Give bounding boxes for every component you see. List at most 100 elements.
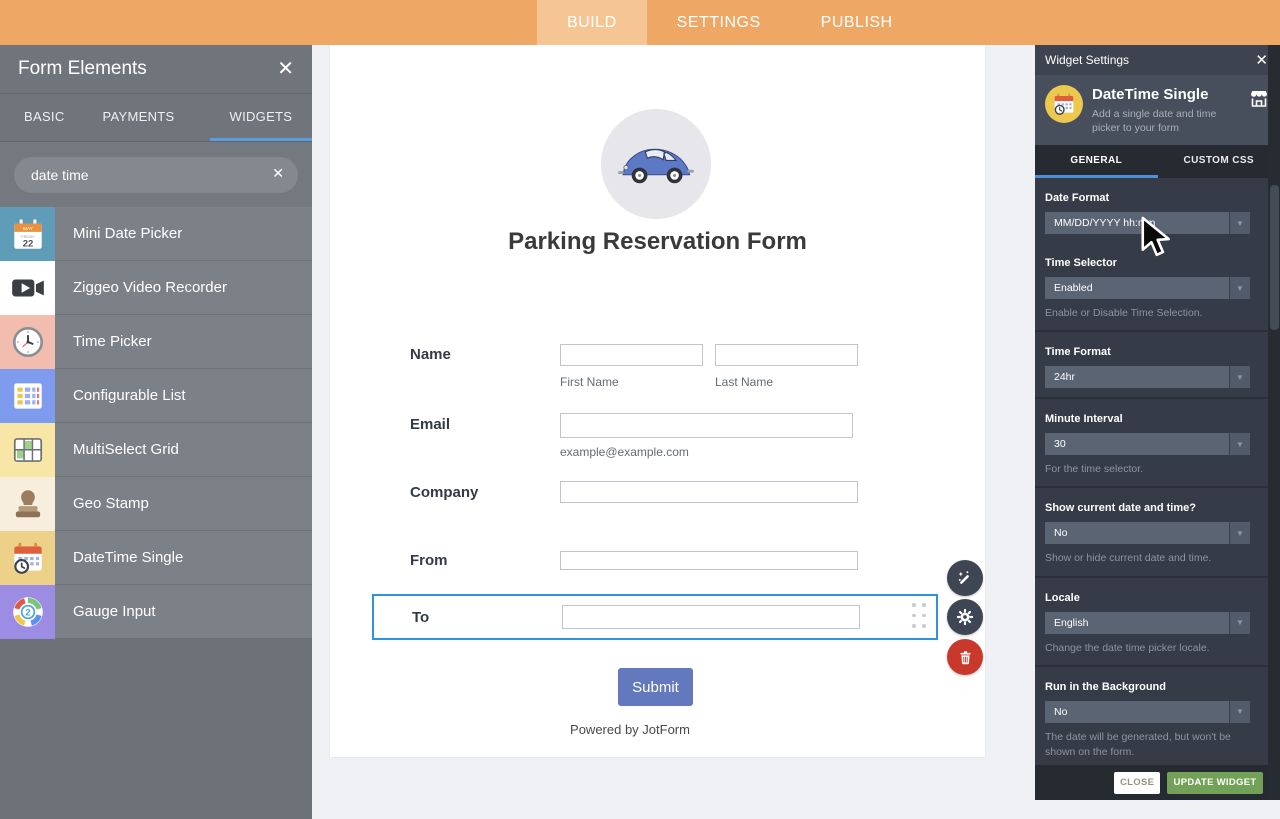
setting-label: Date Format [1045, 192, 1250, 204]
last-name-input[interactable] [715, 344, 858, 366]
video-recorder-icon [0, 261, 55, 315]
panel-title: Widget Settings [1045, 53, 1129, 67]
settings-button[interactable] [947, 599, 983, 635]
email-input[interactable] [560, 413, 853, 438]
setting-date-format: Date Format MM/DD/YYYY hh:mm ▼ [1035, 178, 1268, 243]
run-background-select[interactable]: No ▼ [1045, 701, 1250, 723]
form-canvas: Parking Reservation Form Name First Name… [312, 45, 1035, 800]
widget-label: Gauge Input [55, 585, 312, 639]
widget-description: Add a single date and time picker to you… [1092, 107, 1247, 135]
setting-time-format: Time Format 24hr ▼ [1035, 330, 1268, 397]
drag-handle-icon[interactable] [912, 603, 926, 628]
locale-select[interactable]: English ▼ [1045, 612, 1250, 634]
update-widget-button[interactable]: UPDATE WIDGET [1167, 772, 1263, 794]
panel-footer: CLOSE UPDATE WIDGET [1035, 765, 1280, 800]
magic-wand-icon [956, 569, 975, 588]
last-name-sublabel: Last Name [715, 375, 773, 389]
configurable-list-icon [0, 369, 55, 423]
time-selector-select[interactable]: Enabled ▼ [1045, 277, 1250, 299]
minute-interval-select[interactable]: 30 ▼ [1045, 433, 1250, 455]
setting-label: Time Format [1045, 346, 1250, 358]
widget-item-gauge-input[interactable]: 2 Gauge Input [0, 585, 312, 639]
close-icon[interactable]: ✕ [1255, 51, 1268, 69]
tab-general[interactable]: GENERAL [1035, 145, 1158, 178]
show-current-select[interactable]: No ▼ [1045, 522, 1250, 544]
close-icon[interactable]: ✕ [277, 59, 294, 79]
chevron-down-icon: ▼ [1229, 277, 1250, 299]
widget-label: Mini Date Picker [55, 207, 312, 261]
widget-label: Configurable List [55, 369, 312, 423]
widget-label: Ziggeo Video Recorder [55, 261, 312, 315]
scrollbar-thumb[interactable] [1270, 185, 1279, 330]
select-value: MM/DD/YYYY hh:mm [1045, 212, 1229, 234]
settings-tabs: GENERAL CUSTOM CSS [1035, 145, 1280, 178]
tab-payments[interactable]: PAYMENTS [103, 94, 175, 141]
setting-label: Run in the Background [1045, 681, 1250, 693]
tab-publish[interactable]: PUBLISH [791, 0, 923, 45]
chevron-down-icon: ▼ [1229, 522, 1250, 544]
widget-label: Geo Stamp [55, 477, 312, 531]
widget-item-mini-date-picker[interactable]: MAY FRIDAY 22 Mini Date Picker [0, 207, 312, 261]
time-format-select[interactable]: 24hr ▼ [1045, 366, 1250, 388]
sidebar-filler [0, 639, 312, 819]
widget-item-multiselect-grid[interactable]: MultiSelect Grid [0, 423, 312, 477]
select-value: English [1045, 612, 1229, 634]
company-input[interactable] [560, 481, 858, 503]
to-input[interactable] [562, 605, 860, 629]
datetime-widget-icon [1045, 85, 1083, 123]
setting-time-selector: Time Selector Enabled ▼ Enable or Disabl… [1035, 243, 1268, 330]
setting-run-background: Run in the Background No ▼ The date will… [1035, 665, 1268, 765]
widget-name: DateTime Single [1092, 86, 1248, 103]
setting-label: Minute Interval [1045, 413, 1250, 425]
field-to-selected[interactable]: To [372, 594, 938, 640]
wizard-button[interactable] [947, 560, 983, 596]
setting-label: Time Selector [1045, 257, 1250, 269]
field-label: Email [410, 416, 450, 433]
widget-label: Time Picker [55, 315, 312, 369]
datetime-calendar-clock-icon [0, 531, 55, 585]
tab-settings[interactable]: SETTINGS [647, 0, 791, 45]
tab-custom-css[interactable]: CUSTOM CSS [1158, 145, 1280, 178]
setting-label: Locale [1045, 592, 1250, 604]
store-icon[interactable] [1248, 88, 1270, 145]
widget-item-configurable-list[interactable]: Configurable List [0, 369, 312, 423]
chevron-down-icon: ▼ [1229, 433, 1250, 455]
widget-item-time-picker[interactable]: Time Picker [0, 315, 312, 369]
widget-item-datetime-single[interactable]: DateTime Single [0, 531, 312, 585]
form-elements-sidebar: Form Elements ✕ BASIC PAYMENTS WIDGETS ✕… [0, 45, 312, 800]
panel-scrollbar[interactable] [1268, 45, 1280, 800]
submit-button[interactable]: Submit [618, 668, 693, 706]
clear-search-icon[interactable]: ✕ [272, 165, 284, 182]
select-value: 24hr [1045, 366, 1229, 388]
app-header: BUILD SETTINGS PUBLISH [0, 0, 1280, 45]
setting-helper: The date will be generated, but won't be… [1045, 730, 1250, 760]
select-value: No [1045, 522, 1229, 544]
tab-widgets[interactable]: WIDGETS [210, 94, 313, 141]
setting-show-current: Show current date and time? No ▼ Show or… [1035, 486, 1268, 575]
date-format-select[interactable]: MM/DD/YYYY hh:mm ▼ [1045, 212, 1250, 234]
from-input[interactable] [560, 551, 858, 570]
close-button[interactable]: CLOSE [1114, 772, 1160, 794]
field-label: From [410, 552, 448, 569]
widget-item-geo-stamp[interactable]: Geo Stamp [0, 477, 312, 531]
stamp-icon [0, 477, 55, 531]
email-sublabel: example@example.com [560, 445, 689, 459]
search-input[interactable] [14, 157, 298, 193]
svg-text:22: 22 [22, 239, 33, 250]
form-logo [601, 109, 711, 219]
chevron-down-icon: ▼ [1229, 612, 1250, 634]
car-icon [616, 140, 696, 188]
setting-helper: Show or hide current date and time. [1045, 551, 1250, 566]
first-name-input[interactable] [560, 344, 703, 366]
setting-helper: Enable or Disable Time Selection. [1045, 306, 1250, 321]
tab-basic[interactable]: BASIC [24, 94, 65, 141]
setting-helper: For the time selector. [1045, 462, 1250, 477]
form-title: Parking Reservation Form [330, 228, 985, 256]
field-label: Company [410, 484, 478, 501]
field-label: Name [410, 346, 451, 363]
mini-date-picker-icon: MAY FRIDAY 22 [0, 207, 55, 261]
tab-build[interactable]: BUILD [537, 0, 647, 45]
widget-item-ziggeo-video-recorder[interactable]: Ziggeo Video Recorder [0, 261, 312, 315]
delete-button[interactable] [947, 639, 983, 675]
svg-text:2: 2 [25, 608, 30, 619]
